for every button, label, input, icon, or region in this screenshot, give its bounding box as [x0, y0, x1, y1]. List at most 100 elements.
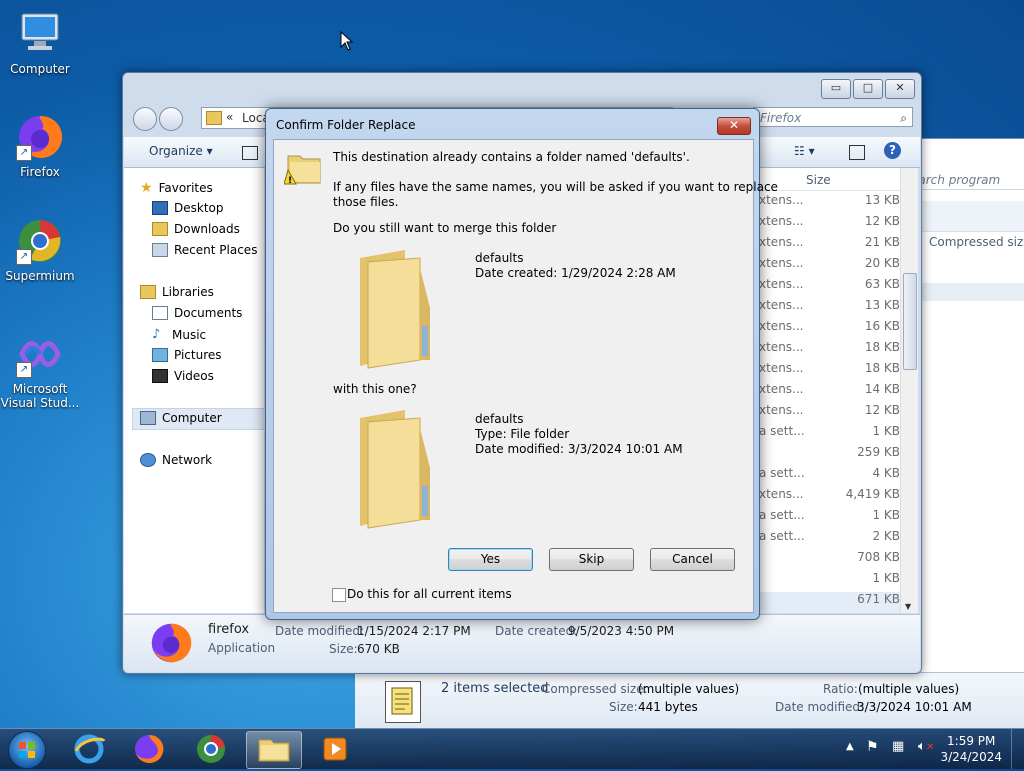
- help-icon[interactable]: ?: [884, 142, 901, 159]
- table-row[interactable]: a sett... 1 KB: [755, 424, 900, 445]
- desktop-icon-computer[interactable]: Computer: [0, 10, 80, 76]
- apply-to-all-checkbox[interactable]: [332, 588, 346, 602]
- preview-pane-icon[interactable]: [849, 145, 865, 160]
- nav-favorites[interactable]: ★ Favorites: [140, 180, 213, 196]
- table-row[interactable]: xtens... 63 KB: [755, 277, 900, 298]
- apply-to-all-label[interactable]: Do this for all current items: [347, 587, 512, 601]
- pictures-icon: [152, 348, 168, 362]
- desktop-icon-firefox[interactable]: ↗ Firefox: [0, 113, 80, 179]
- folder-icon: [258, 739, 290, 762]
- archive-search[interactable]: earch program: [907, 170, 1024, 190]
- nav-network[interactable]: Network: [140, 453, 212, 467]
- file-list: Size xtens... 13 KB xtens... 12 KB xtens..…: [755, 168, 900, 613]
- forward-button[interactable]: [159, 107, 183, 131]
- maximize-button[interactable]: □: [853, 79, 883, 99]
- table-row[interactable]: a sett... 2 KB: [755, 529, 900, 550]
- desktop-icon-label: Supermium: [5, 269, 75, 283]
- table-row[interactable]: xtens... 18 KB: [755, 361, 900, 382]
- navigation-pane: ★ Favorites Desktop Downloads Recent Pla…: [124, 168, 266, 613]
- table-row[interactable]: a sett... 4 KB: [755, 466, 900, 487]
- open-icon[interactable]: [242, 146, 258, 160]
- desktop-icon-supermium[interactable]: ↗ Supermium: [0, 217, 80, 283]
- libraries-icon: [140, 285, 156, 299]
- desktop-icon-visual-studio[interactable]: ↗ Microsoft Visual Stud...: [0, 330, 80, 410]
- scroll-down-icon[interactable]: ▼: [905, 602, 911, 611]
- file-size: 671 KB: [857, 592, 900, 606]
- start-button[interactable]: [8, 731, 46, 769]
- skip-button[interactable]: Skip: [549, 548, 634, 571]
- nav-videos[interactable]: Videos: [152, 369, 214, 383]
- table-row[interactable]: xtens... 13 KB: [755, 193, 900, 214]
- taskbar-media-player[interactable]: [308, 731, 362, 767]
- table-row[interactable]: 259 KB: [755, 445, 900, 466]
- nav-label: Videos: [174, 369, 214, 383]
- firefox-icon: ↗: [16, 113, 64, 161]
- details-size-label: Size:: [329, 642, 358, 656]
- close-button[interactable]: ✕: [885, 79, 915, 99]
- network-tray-icon[interactable]: ▦: [892, 739, 904, 754]
- table-row[interactable]: xtens... 12 KB: [755, 403, 900, 424]
- column-header-size[interactable]: Size: [806, 173, 831, 187]
- cancel-button[interactable]: Cancel: [650, 548, 735, 571]
- minimize-button[interactable]: ▭: [821, 79, 851, 99]
- details-pane: firefox Application Date modified: 1/15/…: [124, 614, 920, 672]
- compressed-size-header[interactable]: Compressed size: [929, 235, 1024, 249]
- nav-pictures[interactable]: Pictures: [152, 348, 222, 362]
- show-hidden-icons-icon[interactable]: ▲: [846, 741, 854, 752]
- details-size-value: 670 KB: [357, 642, 400, 656]
- table-row[interactable]: a sett... 1 KB: [755, 508, 900, 529]
- ratio-value: (multiple values): [858, 682, 960, 696]
- search-input[interactable]: Firefox ⌕: [753, 107, 913, 127]
- vertical-scrollbar[interactable]: ▼: [900, 168, 918, 613]
- media-player-icon: [323, 737, 347, 761]
- table-row[interactable]: xtens... 14 KB: [755, 382, 900, 403]
- visual-studio-icon: ↗: [16, 330, 64, 378]
- file-size: 1 KB: [872, 571, 900, 585]
- action-center-flag-icon[interactable]: ⚑: [866, 739, 879, 755]
- table-row[interactable]: xtens... 16 KB: [755, 319, 900, 340]
- view-options-icon[interactable]: ☷ ▾: [794, 144, 815, 158]
- taskbar: ▲ ⚑ ▦ 🔈︎✕ 1:59 PM 3/24/2024: [0, 728, 1024, 769]
- shortcut-arrow-icon: ↗: [16, 362, 32, 378]
- file-type: xtens...: [759, 382, 804, 396]
- file-size: 16 KB: [864, 319, 900, 333]
- yes-button[interactable]: Yes: [448, 548, 533, 571]
- compressed-size-label: Compressed size:: [542, 682, 648, 696]
- file-size: 14 KB: [864, 382, 900, 396]
- table-row[interactable]: xtens... 18 KB: [755, 340, 900, 361]
- table-row[interactable]: 708 KB: [755, 550, 900, 571]
- nav-libraries[interactable]: Libraries: [140, 285, 214, 299]
- nav-desktop[interactable]: Desktop: [152, 201, 224, 215]
- nav-computer[interactable]: Computer: [140, 411, 222, 425]
- nav-documents[interactable]: Documents: [152, 306, 242, 320]
- file-type: xtens...: [759, 403, 804, 417]
- taskbar-internet-explorer[interactable]: [62, 731, 116, 767]
- table-row-selected[interactable]: 671 KB: [755, 592, 900, 613]
- destination-folder-icon: [350, 248, 460, 373]
- dialog-message-line1: This destination already contains a fold…: [333, 150, 690, 164]
- address-chevron[interactable]: «: [226, 110, 233, 124]
- desktop-icon-label: Computer: [10, 62, 70, 76]
- nav-music[interactable]: ♪ Music: [152, 327, 206, 342]
- taskbar-supermium[interactable]: [184, 731, 238, 767]
- nav-recent-places[interactable]: Recent Places: [152, 243, 257, 257]
- volume-muted-icon[interactable]: 🔈︎✕: [918, 739, 934, 754]
- table-row[interactable]: xtens... 12 KB: [755, 214, 900, 235]
- table-row[interactable]: xtens... 13 KB: [755, 298, 900, 319]
- music-icon: ♪: [152, 327, 161, 342]
- show-desktop-button[interactable]: [1011, 729, 1024, 769]
- clock[interactable]: 1:59 PM 3/24/2024: [940, 733, 1002, 765]
- nav-downloads[interactable]: Downloads: [152, 222, 240, 236]
- table-row[interactable]: 1 KB: [755, 571, 900, 592]
- scrollbar-thumb[interactable]: [903, 273, 917, 370]
- dialog-close-button[interactable]: ✕: [717, 117, 751, 135]
- back-button[interactable]: [133, 107, 157, 131]
- taskbar-explorer[interactable]: [246, 731, 302, 769]
- nav-label: Computer: [162, 411, 222, 425]
- table-row[interactable]: xtens... 4,419 KB: [755, 487, 900, 508]
- taskbar-firefox[interactable]: [122, 731, 176, 767]
- file-type: a sett...: [759, 466, 805, 480]
- table-row[interactable]: xtens... 20 KB: [755, 256, 900, 277]
- table-row[interactable]: xtens... 21 KB: [755, 235, 900, 256]
- organize-button[interactable]: Organize ▾: [149, 144, 213, 158]
